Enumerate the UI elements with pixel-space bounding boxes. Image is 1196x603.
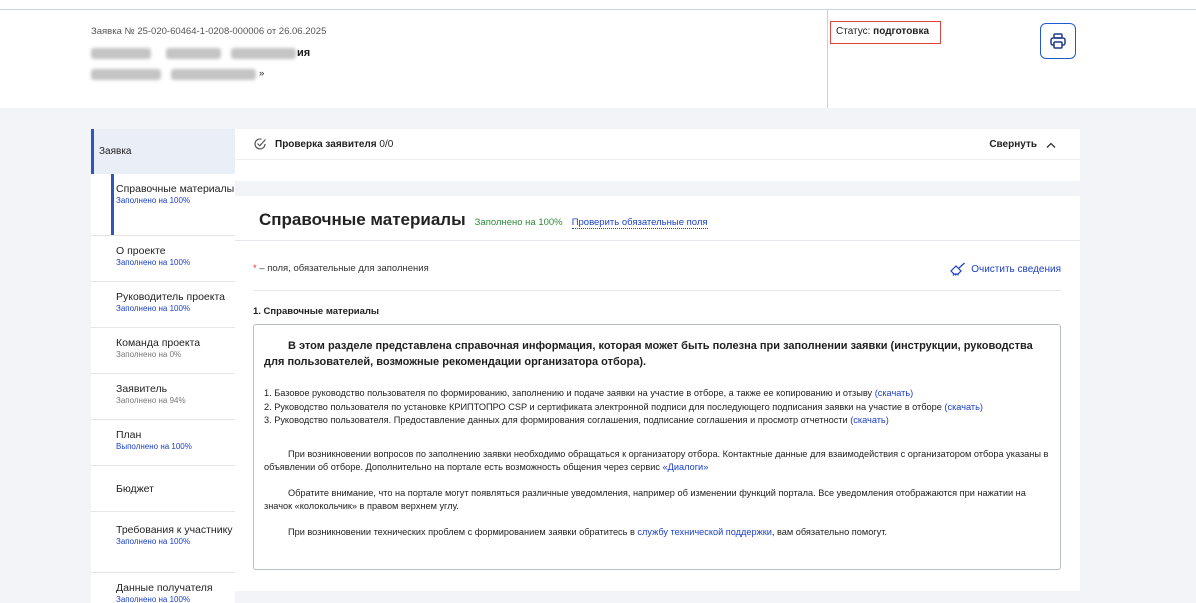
sidebar-item-status: Заполнено на 94% [116, 396, 186, 405]
check-required-fields-link[interactable]: Проверить обязательные поля [571, 217, 708, 229]
sidebar-item-status: Заполнено на 100% [116, 196, 191, 205]
applicant-check-count: 0/0 [379, 138, 394, 150]
sidebar-item-status: Заполнено на 100% [116, 595, 191, 603]
reference-info-box: В этом разделе представлена справочная и… [253, 324, 1061, 570]
support-text: При возникновении технических проблем с … [288, 526, 638, 537]
sidebar-item-label: План [116, 429, 142, 441]
section-title: Справочные материалы [259, 210, 466, 229]
reference-materials-card: Справочные материалы Заполнено на 100% П… [235, 196, 1080, 591]
guide-item: 2. Руководство пользователя по установке… [264, 401, 1050, 415]
required-star: * [253, 263, 257, 274]
sidebar-item-label: Руководитель проекта [116, 291, 226, 303]
subsection-title: 1. Справочные материалы [253, 306, 380, 317]
applicant-check-title: Проверка заявителя 0/0 [275, 139, 393, 150]
support-tail: , вам обязательно помогут. [771, 526, 887, 537]
sidebar-item-label: Команда проекта [116, 337, 201, 349]
section-fill-status: Заполнено на 100% [474, 217, 563, 228]
sidebar-item-status: Выполнено на 100% [116, 442, 192, 451]
download-link[interactable]: (скачать) [944, 402, 983, 412]
header-divider [827, 10, 828, 108]
project-name-tail: » [259, 68, 265, 79]
clear-data-button[interactable]: Очистить сведения [950, 262, 1061, 276]
guide-item: 1. Базовое руководство пользователя по ф… [264, 387, 1050, 401]
broom-icon [950, 262, 966, 276]
redacted-text [91, 69, 161, 80]
sidebar-item-status: Заполнено на 100% [116, 537, 191, 546]
clear-data-label: Очистить сведения [971, 263, 1061, 275]
dialogs-link[interactable]: «Диалоги» [663, 462, 709, 472]
info-lead-text: В этом разделе представлена справочная и… [264, 340, 1033, 368]
sidebar-item-application[interactable]: Заявка [91, 129, 235, 174]
sidebar-item-label: Данные получателя [116, 582, 213, 594]
applicant-check-card: Проверка заявителя 0/0 Свернуть [235, 129, 1080, 181]
sidebar-item-plan[interactable]: План Выполнено на 100% [91, 420, 235, 466]
sidebar-item-status: Заполнено на 100% [116, 258, 191, 267]
applicant-name-tail: ия [297, 47, 311, 59]
sidebar-item-recipient-data[interactable]: Данные получателя Заполнено на 100% [91, 573, 235, 603]
redacted-text [231, 48, 296, 59]
required-fields-note: * – поля, обязательные для заполнения [253, 263, 429, 274]
sidebar-item-project-team[interactable]: Команда проекта Заполнено на 0% [91, 328, 235, 374]
guide-text: 3. Руководство пользователя. Предоставле… [264, 415, 851, 425]
guides-list: 1. Базовое руководство пользователя по ф… [264, 387, 1050, 428]
contact-organizer-text: При возникновении вопросов по заполнению… [264, 448, 1049, 473]
sidebar-item-applicant[interactable]: Заявитель Заполнено на 94% [91, 374, 235, 420]
sidebar-item-reference-materials[interactable]: Справочные материалы Заполнено на 100% [91, 174, 235, 236]
notifications-paragraph: Обратите внимание, что на портале могут … [264, 487, 1026, 512]
download-link[interactable]: (скачать) [875, 388, 914, 398]
application-number: Заявка № 25-020-60464-1-0208-000006 от 2… [91, 26, 327, 37]
sidebar-item-label: Бюджет [116, 483, 154, 495]
applicant-check-label: Проверка заявителя [275, 138, 377, 150]
section-divider [253, 290, 1061, 291]
sidebar-item-status: Заполнено на 0% [116, 350, 182, 359]
redacted-text [91, 48, 151, 59]
application-sidebar: Заявка Справочные материалы Заполнено на… [91, 129, 235, 603]
required-note-text: – поля, обязательные для заполнения [259, 263, 429, 274]
sidebar-item-budget[interactable]: Бюджет [91, 466, 235, 512]
sidebar-item-label: Справочные материалы [116, 183, 235, 195]
print-button[interactable] [1040, 23, 1076, 59]
guide-text: 1. Базовое руководство пользователя по ф… [264, 388, 875, 398]
status-value: подготовка [873, 26, 930, 37]
guide-item: 3. Руководство пользователя. Предоставле… [264, 414, 1050, 428]
sidebar-item-label: Заявитель [116, 383, 168, 395]
sidebar-item-label: Требования к участнику [116, 524, 233, 536]
contact-organizer-paragraph: При возникновении вопросов по заполнению… [264, 448, 1050, 475]
redacted-text [171, 69, 256, 80]
sidebar-item-about-project[interactable]: О проекте Заполнено на 100% [91, 236, 235, 282]
redacted-text [166, 48, 221, 59]
download-link[interactable]: (скачать) [850, 415, 889, 425]
section-header: Справочные материалы Заполнено на 100% П… [235, 196, 1080, 241]
status-label: Статус: [836, 26, 871, 37]
application-header: Заявка № 25-020-60464-1-0208-000006 от 2… [0, 10, 1196, 108]
collapse-label: Свернуть [989, 139, 1037, 150]
status-badge: Статус: подготовка [830, 21, 941, 44]
sidebar-item-label: О проекте [116, 245, 166, 257]
check-circle-icon [254, 138, 266, 150]
sidebar-item-status: Заполнено на 100% [116, 304, 191, 313]
guide-text: 2. Руководство пользователя по установке… [264, 401, 945, 412]
collapse-button[interactable]: Свернуть [989, 139, 1056, 150]
printer-icon [1050, 33, 1066, 49]
support-link[interactable]: службу технической поддержки [637, 527, 771, 537]
sidebar-item-project-manager[interactable]: Руководитель проекта Заполнено на 100% [91, 282, 235, 328]
applicant-check-header[interactable]: Проверка заявителя 0/0 Свернуть [235, 129, 1080, 160]
chevron-up-icon [1046, 142, 1056, 148]
sidebar-item-participant-requirements[interactable]: Требования к участнику Заполнено на 100% [91, 512, 235, 573]
support-paragraph: При возникновении технических проблем с … [264, 526, 1050, 540]
